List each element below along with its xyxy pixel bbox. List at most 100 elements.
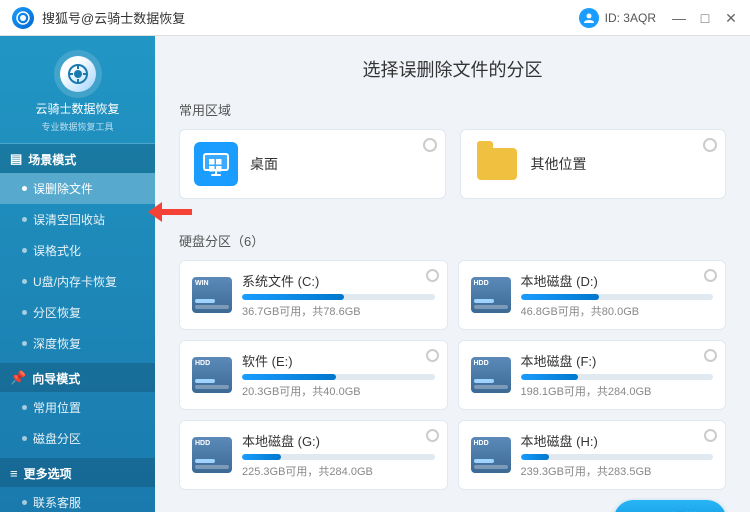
hdd-icon-h: HDD: [471, 435, 511, 475]
hdd-progress-h: [521, 454, 714, 460]
desktop-label: 桌面: [250, 154, 278, 174]
hdd-name-d: 本地磁盘 (D:): [521, 271, 714, 290]
hdd-card-e[interactable]: HDD 软件 (E:) 20.3GB可用，共40.0GB: [179, 340, 448, 410]
sidebar-logo-inner: [60, 56, 96, 92]
page-title: 选择误删除文件的分区: [179, 56, 726, 82]
hdd-fill-h: [521, 454, 550, 460]
other-radio[interactable]: [703, 138, 717, 152]
hdd-progress-f: [521, 374, 714, 380]
sidebar-item-label: 误删除文件: [33, 180, 93, 197]
hdd-progress-c: [242, 294, 435, 300]
hdd-icon-e: HDD: [192, 355, 232, 395]
hdd-radio-g[interactable]: [426, 429, 439, 442]
hdd-icon-c: WIN: [192, 275, 232, 315]
sidebar-item-label: 误格式化: [33, 242, 81, 259]
hdd-radio-d[interactable]: [704, 269, 717, 282]
item-dot: [22, 186, 27, 191]
hdd-radio-e[interactable]: [426, 349, 439, 362]
other-locations-card[interactable]: 其他位置: [460, 129, 727, 199]
sidebar-item-deleted-files[interactable]: 误删除文件: [0, 173, 155, 204]
desktop-radio[interactable]: [423, 138, 437, 152]
minimize-button[interactable]: —: [672, 11, 686, 25]
common-section-title: 常用区域: [179, 100, 726, 119]
item-dot: [22, 217, 27, 222]
folder-icon: [475, 142, 519, 186]
hdd-fill-f: [521, 374, 579, 380]
sidebar-item-label: 磁盘分区: [33, 430, 81, 447]
more-options-label: 更多选项: [24, 465, 72, 482]
more-options-header: ≡ 更多选项: [0, 458, 155, 487]
item-dot: [22, 405, 27, 410]
title-bar-right: ID: 3AQR — □ ✕: [579, 8, 738, 28]
user-id: ID: 3AQR: [579, 8, 656, 28]
sidebar-item-partition[interactable]: 分区恢复: [0, 297, 155, 328]
title-bar: 搜狐号@云骑士数据恢复 ID: 3AQR — □ ✕: [0, 0, 750, 36]
more-options-icon: ≡: [10, 466, 18, 481]
scan-button[interactable]: 开始扫描: [614, 500, 726, 512]
scenario-mode-icon: ▤: [10, 151, 22, 167]
main-layout: 云骑士数据恢复 专业数据恢复工具 ▤ 场景模式 误删除文件 误清空回收站 误格式…: [0, 36, 750, 512]
sidebar-item-format[interactable]: 误格式化: [0, 235, 155, 266]
sidebar-item-label: 常用位置: [33, 399, 81, 416]
desktop-card[interactable]: 桌面: [179, 129, 446, 199]
hdd-radio-c[interactable]: [426, 269, 439, 282]
sidebar-item-usb-recovery[interactable]: U盘/内存卡恢复: [0, 266, 155, 297]
item-dot: [22, 436, 27, 441]
guide-mode-header: 📌 向导模式: [0, 363, 155, 392]
sidebar-item-common-locations[interactable]: 常用位置: [0, 392, 155, 423]
hdd-size-h: 239.3GB可用，共283.5GB: [521, 463, 714, 479]
hdd-card-c[interactable]: WIN 系统文件 (C:) 36.7GB可用，共78.6GB: [179, 260, 448, 330]
hdd-size-d: 46.8GB可用，共80.0GB: [521, 303, 714, 319]
hdd-fill-d: [521, 294, 600, 300]
title-bar-text: 搜狐号@云骑士数据恢复: [42, 8, 185, 27]
hdd-radio-f[interactable]: [704, 349, 717, 362]
hdd-card-f[interactable]: HDD 本地磁盘 (F:) 198.1GB可用，共284.0GB: [458, 340, 727, 410]
hdd-card-d[interactable]: HDD 本地磁盘 (D:) 46.8GB可用，共80.0GB: [458, 260, 727, 330]
content-area: 选择误删除文件的分区 常用区域: [155, 36, 750, 512]
hdd-info-e: 软件 (E:) 20.3GB可用，共40.0GB: [242, 351, 435, 399]
sidebar-item-label: U盘/内存卡恢复: [33, 273, 117, 290]
hdd-size-e: 20.3GB可用，共40.0GB: [242, 383, 435, 399]
hdd-icon-g: HDD: [192, 435, 232, 475]
bottom-bar: 开始扫描: [179, 490, 726, 512]
close-button[interactable]: ✕: [724, 11, 738, 25]
sidebar-item-recycle-bin[interactable]: 误清空回收站: [0, 204, 155, 235]
title-bar-left: 搜狐号@云骑士数据恢复: [12, 7, 185, 29]
hdd-progress-d: [521, 294, 714, 300]
hdd-progress-e: [242, 374, 435, 380]
hdd-name-c: 系统文件 (C:): [242, 271, 435, 290]
scenario-mode-label: 场景模式: [28, 151, 76, 168]
red-arrow-indicator: [148, 202, 192, 222]
hdd-name-h: 本地磁盘 (H:): [521, 431, 714, 450]
hdd-info-f: 本地磁盘 (F:) 198.1GB可用，共284.0GB: [521, 351, 714, 399]
sidebar-app-name: 云骑士数据恢复: [35, 102, 119, 118]
other-label: 其他位置: [531, 154, 587, 174]
maximize-button[interactable]: □: [698, 11, 712, 25]
hdd-info-d: 本地磁盘 (D:) 46.8GB可用，共80.0GB: [521, 271, 714, 319]
scenario-mode-header: ▤ 场景模式: [0, 144, 155, 173]
hdd-name-g: 本地磁盘 (G:): [242, 431, 435, 450]
desktop-icon: [194, 142, 238, 186]
common-area: 桌面 其他位置: [179, 129, 726, 199]
hdd-icon-f: HDD: [471, 355, 511, 395]
hdd-info-c: 系统文件 (C:) 36.7GB可用，共78.6GB: [242, 271, 435, 319]
sidebar-item-disk-partition[interactable]: 磁盘分区: [0, 423, 155, 454]
sidebar-tagline: 专业数据恢复工具: [41, 120, 113, 133]
guide-mode-label: 向导模式: [32, 370, 80, 387]
hdd-size-f: 198.1GB可用，共284.0GB: [521, 383, 714, 399]
hdd-card-g[interactable]: HDD 本地磁盘 (G:) 225.3GB可用，共284.0GB: [179, 420, 448, 490]
sidebar-item-label: 深度恢复: [33, 335, 81, 352]
hdd-info-g: 本地磁盘 (G:) 225.3GB可用，共284.0GB: [242, 431, 435, 479]
item-dot: [22, 310, 27, 315]
item-dot: [22, 279, 27, 284]
user-id-text: ID: 3AQR: [605, 11, 656, 25]
sidebar-item-deep-recovery[interactable]: 深度恢复: [0, 328, 155, 359]
hdd-radio-h[interactable]: [704, 429, 717, 442]
hdd-size-c: 36.7GB可用，共78.6GB: [242, 303, 435, 319]
window-controls: — □ ✕: [672, 11, 738, 25]
sidebar-item-contact[interactable]: 联系客服: [0, 487, 155, 512]
sidebar-logo-circle: [54, 50, 102, 98]
hdd-card-h[interactable]: HDD 本地磁盘 (H:) 239.3GB可用，共283.5GB: [458, 420, 727, 490]
hdd-size-g: 225.3GB可用，共284.0GB: [242, 463, 435, 479]
hdd-icon-d: HDD: [471, 275, 511, 315]
